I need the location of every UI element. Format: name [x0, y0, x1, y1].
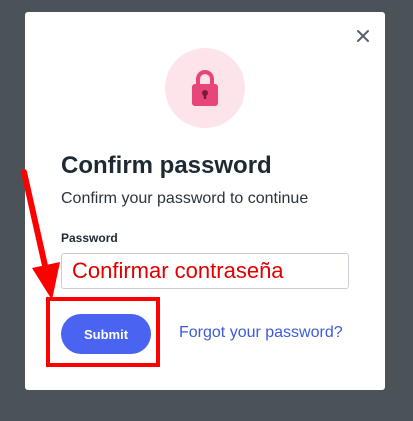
dialog-subtitle: Confirm your password to continue [61, 190, 309, 207]
forgot-password-link[interactable]: Forgot your password? [179, 324, 343, 342]
password-input[interactable] [61, 253, 349, 289]
password-label: Password [61, 231, 118, 245]
lock-icon-badge [165, 48, 245, 128]
close-icon[interactable] [353, 26, 373, 46]
confirm-password-dialog: Confirm password Confirm your password t… [25, 12, 385, 390]
lock-icon [192, 70, 218, 106]
dialog-title: Confirm password [61, 152, 272, 179]
submit-button[interactable]: Submit [61, 314, 151, 354]
